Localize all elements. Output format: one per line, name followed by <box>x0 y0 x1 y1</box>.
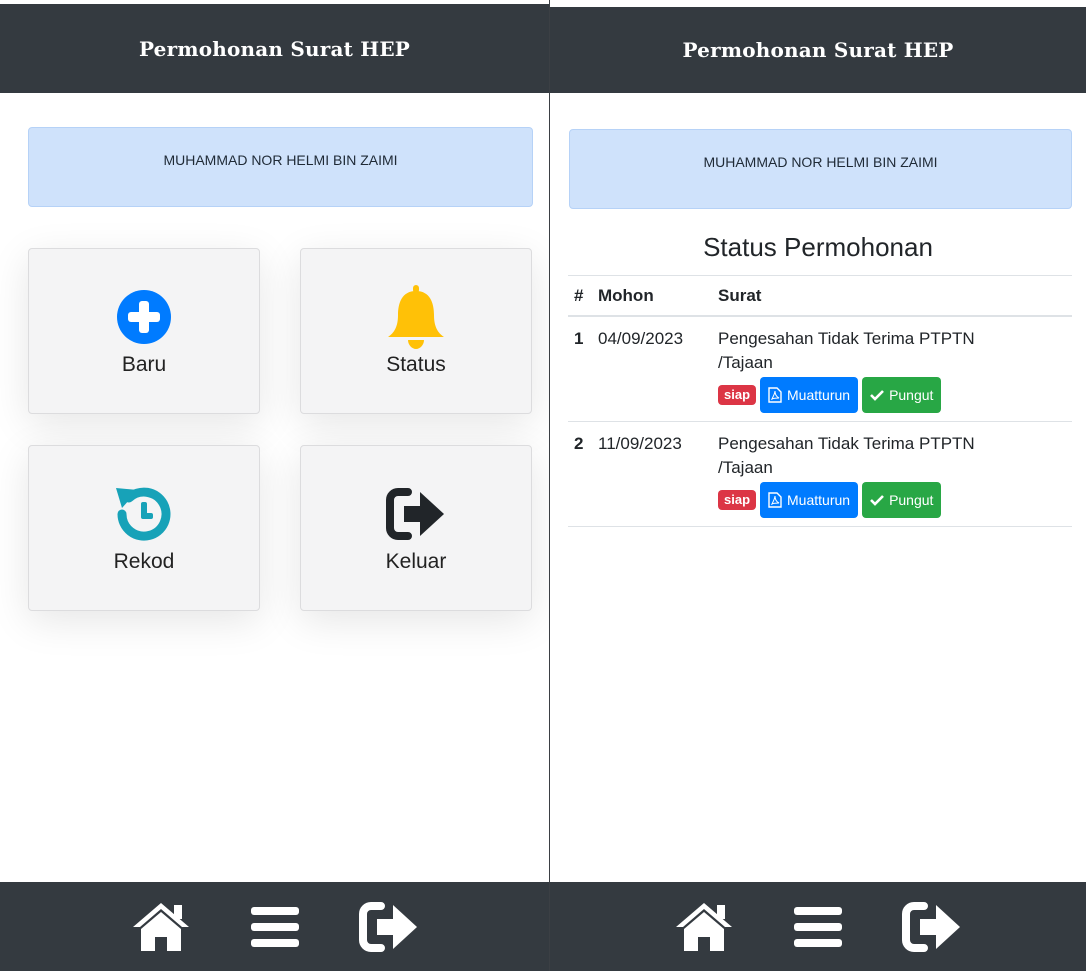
tile-status[interactable]: Status <box>300 248 532 414</box>
status-badge: siap <box>718 385 757 405</box>
history-icon <box>112 482 176 546</box>
col-number: # <box>568 275 592 317</box>
app-title: Permohonan Surat HEP <box>682 38 954 62</box>
col-mohon: Mohon <box>592 275 712 317</box>
home-screen: Permohonan Surat HEP MUHAMMAD NOR HELMI … <box>0 0 550 971</box>
row-date: 11/09/2023 <box>592 421 712 527</box>
tile-label: Status <box>386 353 446 376</box>
row-surat: Pengesahan Tidak Terima PTPTN /Tajaan si… <box>712 316 1072 422</box>
row-actions: siap Muatturun Pungut <box>718 482 1066 518</box>
collect-label: Pungut <box>889 492 934 508</box>
app-title: Permohonan Surat HEP <box>138 36 410 61</box>
tile-label: Rekod <box>113 550 175 573</box>
sign-out-icon[interactable] <box>902 899 962 955</box>
menu-icon[interactable] <box>788 899 848 955</box>
surat-subtitle: /Tajaan <box>718 353 773 372</box>
bottom-nav <box>0 882 549 971</box>
bell-icon <box>384 285 448 349</box>
home-icon[interactable] <box>674 899 734 955</box>
col-surat: Surat <box>712 275 1072 317</box>
section-title: Status Permohonan <box>703 232 933 262</box>
app-header: Permohonan Surat HEP <box>550 0 1086 93</box>
collect-button[interactable]: Pungut <box>862 377 942 413</box>
check-icon <box>870 495 884 506</box>
app-header: Permohonan Surat HEP <box>0 0 549 93</box>
file-pdf-icon <box>768 387 782 403</box>
table-header-row: # Mohon Surat <box>568 275 1072 317</box>
row-number: 1 <box>568 316 592 422</box>
tile-rekod[interactable]: Rekod <box>28 445 260 611</box>
download-label: Muatturun <box>787 387 851 403</box>
status-screen: Permohonan Surat HEP MUHAMMAD NOR HELMI … <box>550 0 1086 971</box>
row-actions: siap Muatturun Pungut <box>718 377 1066 413</box>
download-label: Muatturun <box>787 492 851 508</box>
tile-label: Baru <box>121 353 167 376</box>
check-icon <box>870 390 884 401</box>
sign-out-icon <box>384 482 448 546</box>
row-date: 04/09/2023 <box>592 316 712 422</box>
sign-out-icon[interactable] <box>358 899 419 955</box>
surat-subtitle: /Tajaan <box>718 458 773 477</box>
status-table: # Mohon Surat 1 04/09/2023 Pengesahan Ti… <box>568 275 1072 527</box>
user-name-box: MUHAMMAD NOR HELMI BIN ZAIMI <box>569 129 1072 209</box>
row-surat: Pengesahan Tidak Terima PTPTN /Tajaan si… <box>712 421 1072 527</box>
status-badge: siap <box>718 490 757 510</box>
table-row: 1 04/09/2023 Pengesahan Tidak Terima PTP… <box>568 316 1072 422</box>
download-button[interactable]: Muatturun <box>760 482 859 518</box>
menu-icon[interactable] <box>245 899 305 955</box>
user-name-box: MUHAMMAD NOR HELMI BIN ZAIMI <box>28 127 533 207</box>
user-name: MUHAMMAD NOR HELMI BIN ZAIMI <box>703 154 938 170</box>
tile-label: Keluar <box>385 550 447 573</box>
row-number: 2 <box>568 421 592 527</box>
tile-keluar[interactable]: Keluar <box>300 445 532 611</box>
surat-title: Pengesahan Tidak Terima PTPTN <box>718 434 975 453</box>
table-row: 2 11/09/2023 Pengesahan Tidak Terima PTP… <box>568 421 1072 527</box>
collect-button[interactable]: Pungut <box>862 482 942 518</box>
collect-label: Pungut <box>889 387 934 403</box>
bottom-nav <box>550 882 1086 971</box>
download-button[interactable]: Muatturun <box>760 377 859 413</box>
surat-title: Pengesahan Tidak Terima PTPTN <box>718 329 975 348</box>
file-pdf-icon <box>768 492 782 508</box>
home-icon[interactable] <box>131 899 191 955</box>
plus-circle-icon <box>112 285 176 349</box>
tile-baru[interactable]: Baru <box>28 248 260 414</box>
user-name: MUHAMMAD NOR HELMI BIN ZAIMI <box>163 152 398 168</box>
